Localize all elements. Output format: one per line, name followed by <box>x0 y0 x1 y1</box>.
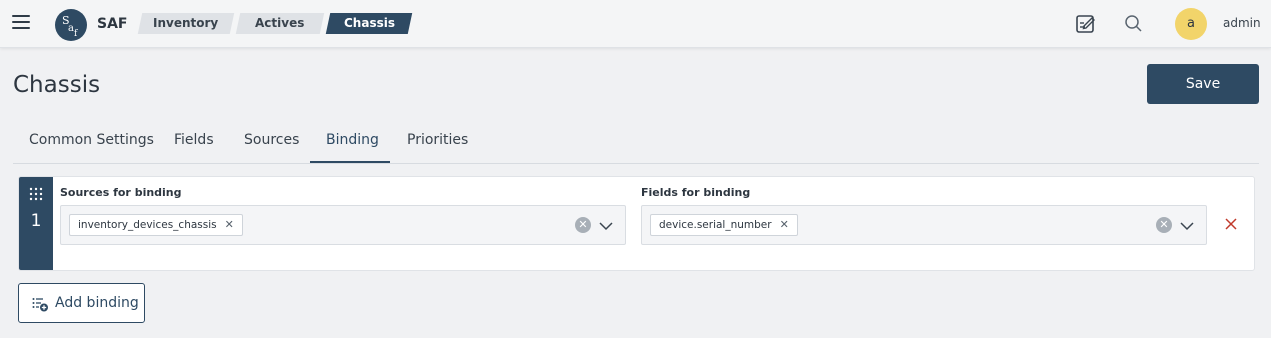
chip-label: inventory_devices_chassis <box>78 219 217 231</box>
menu-icon[interactable] <box>12 15 30 31</box>
top-bar: S a f SAF Inventory Actives Chassis a ad… <box>0 0 1271 48</box>
chevron-down-icon[interactable] <box>599 218 613 232</box>
breadcrumb-label: Inventory <box>153 16 219 30</box>
app-name: SAF <box>97 16 128 32</box>
logo-letter-f: f <box>74 29 78 39</box>
tab-fields[interactable]: Fields <box>174 132 214 148</box>
binding-index: 1 <box>30 211 42 231</box>
breadcrumb-chassis[interactable]: Chassis <box>325 13 413 34</box>
field-chip: device.serial_number ✕ <box>650 214 798 236</box>
search-icon[interactable] <box>1123 13 1145 35</box>
fields-select[interactable]: device.serial_number ✕ ✕ <box>641 205 1207 245</box>
save-button[interactable]: Save <box>1147 64 1259 104</box>
clear-icon[interactable]: ✕ <box>1156 217 1172 233</box>
add-binding-button[interactable]: Add binding <box>18 283 145 323</box>
tab-bar: Common Settings Fields Sources Binding P… <box>13 126 1259 164</box>
user-name[interactable]: admin <box>1223 16 1261 30</box>
sources-select[interactable]: inventory_devices_chassis ✕ ✕ <box>60 205 626 245</box>
sources-label: Sources for binding <box>60 186 182 199</box>
source-chip: inventory_devices_chassis ✕ <box>69 214 243 236</box>
chip-label: device.serial_number <box>659 219 772 231</box>
remove-binding-icon[interactable] <box>1223 216 1239 232</box>
chevron-down-icon[interactable] <box>1180 218 1194 232</box>
tab-priorities[interactable]: Priorities <box>407 132 468 148</box>
binding-card: 1 Sources for binding inventory_devices_… <box>18 176 1255 271</box>
avatar[interactable]: a <box>1175 8 1207 40</box>
breadcrumb-label: Actives <box>255 16 305 30</box>
active-tab-indicator <box>310 161 390 163</box>
page-title: Chassis <box>13 72 101 98</box>
binding-strip: 1 <box>19 177 53 270</box>
clear-icon[interactable]: ✕ <box>575 217 591 233</box>
tab-binding[interactable]: Binding <box>326 132 379 148</box>
close-icon[interactable]: ✕ <box>225 218 234 231</box>
close-icon[interactable]: ✕ <box>780 218 789 231</box>
drag-handle-icon[interactable] <box>29 186 43 201</box>
breadcrumb-actives[interactable]: Actives <box>235 13 325 34</box>
edit-note-icon[interactable] <box>1075 13 1097 35</box>
app-logo[interactable]: S a f <box>55 9 87 41</box>
tab-sources[interactable]: Sources <box>244 132 299 148</box>
add-list-icon <box>32 296 48 312</box>
breadcrumb-inventory[interactable]: Inventory <box>137 13 235 34</box>
add-binding-label: Add binding <box>55 295 139 311</box>
breadcrumb-label: Chassis <box>343 16 395 30</box>
logo-mark: S a f <box>62 14 78 39</box>
fields-label: Fields for binding <box>641 186 751 199</box>
tab-common-settings[interactable]: Common Settings <box>29 132 154 148</box>
